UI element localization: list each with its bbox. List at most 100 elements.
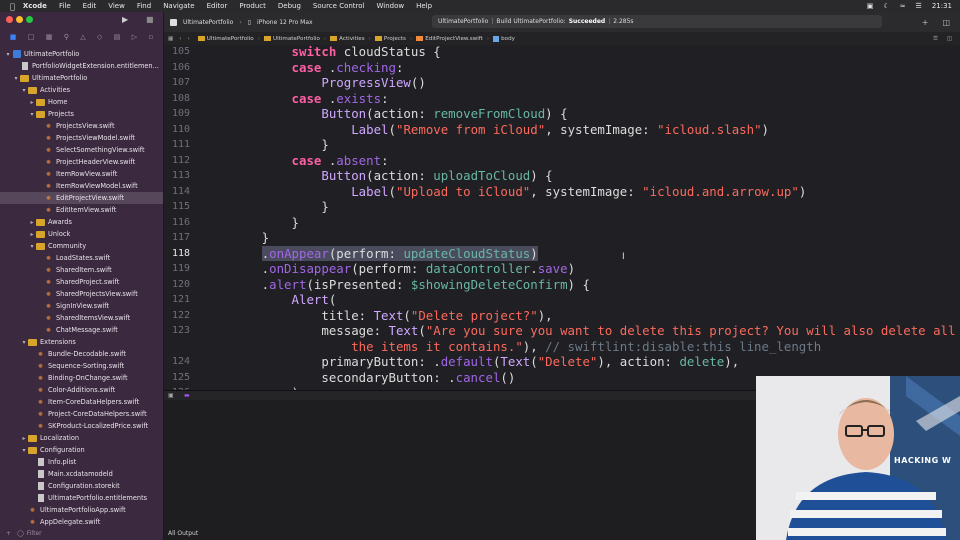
menu-item-navigate[interactable]: Navigate xyxy=(163,2,194,10)
breadcrumb-item[interactable]: Projects xyxy=(374,36,406,42)
code-line[interactable]: switch cloudStatus { xyxy=(202,45,441,60)
disclosure-icon[interactable]: ▾ xyxy=(28,243,36,250)
disclosure-icon[interactable]: ▸ xyxy=(28,99,36,106)
navigator-row[interactable]: ❅ Item-CoreDataHelpers.swift xyxy=(0,396,163,408)
folder-icon[interactable]: ■ xyxy=(10,33,17,41)
disclosure-icon[interactable]: ▾ xyxy=(4,51,12,58)
find-icon[interactable]: ⚲ xyxy=(64,33,69,41)
report-icon[interactable]: ▫ xyxy=(149,33,154,41)
breadcrumb-item[interactable]: EditProjectView.swift xyxy=(416,36,483,42)
navigator-row[interactable]: ❅ SharedItemsView.swift xyxy=(0,312,163,324)
screen-icon[interactable]: ▣ xyxy=(867,2,874,10)
navigator-row[interactable]: PortfolioWidgetExtension.entitlemen... xyxy=(0,60,163,72)
code-line[interactable]: } xyxy=(202,199,328,215)
navigator-row[interactable]: ▸ Awards xyxy=(0,216,163,228)
code-line[interactable]: title: Text("Delete project?"), xyxy=(202,308,552,324)
menu-item-product[interactable]: Product xyxy=(239,2,266,10)
navigator-row[interactable]: ▾ Extensions xyxy=(0,336,163,348)
scheme-device[interactable]: iPhone 12 Pro Max xyxy=(257,19,313,26)
navigator-row[interactable]: Info.plist xyxy=(0,456,163,468)
breakpoints-icon[interactable]: ▬ xyxy=(184,392,190,399)
scheme-selector[interactable]: UltimatePortfolio › ▯ iPhone 12 Pro Max xyxy=(170,12,313,32)
filter-input[interactable]: Filter xyxy=(27,530,42,537)
code-line[interactable]: secondaryButton: .cancel() xyxy=(202,370,515,386)
disclosure-icon[interactable]: ▾ xyxy=(28,111,36,118)
code-line[interactable]: case .checking: xyxy=(202,60,404,76)
breadcrumb-item[interactable]: Activities xyxy=(330,36,365,42)
menu-item-find[interactable]: Find xyxy=(137,2,151,10)
code-line[interactable]: Alert( xyxy=(202,292,337,308)
filter-icon[interactable]: ◯ xyxy=(17,530,24,537)
menu-item-view[interactable]: View xyxy=(108,2,125,10)
navigator-row[interactable]: ▾ UltimatePortfolio xyxy=(0,48,163,60)
navigator-row[interactable]: ❅ Sequence-Sorting.swift xyxy=(0,360,163,372)
code-line[interactable]: Button(action: uploadToCloud) { xyxy=(202,168,552,184)
navigator-row[interactable]: ❅ Project-CoreDataHelpers.swift xyxy=(0,408,163,420)
disclosure-icon[interactable]: ▾ xyxy=(20,447,28,454)
stop-icon[interactable]: ■ xyxy=(146,15,154,24)
navigator-row[interactable]: ❅ ProjectsViewModel.swift xyxy=(0,132,163,144)
menu-item-window[interactable]: Window xyxy=(377,2,405,10)
navigator-row[interactable]: UltimatePortfolio.entitlements xyxy=(0,492,163,504)
run-icon[interactable]: ▶ xyxy=(122,15,128,24)
navigator-row[interactable]: ❅ Color-Additions.swift xyxy=(0,384,163,396)
scheme-project[interactable]: UltimatePortfolio xyxy=(183,19,233,26)
navigator-row[interactable]: ❅ ItemRowViewModel.swift xyxy=(0,180,163,192)
control-center-icon[interactable]: ☰ xyxy=(916,2,922,10)
breakpoint-icon[interactable]: ▷ xyxy=(132,33,137,41)
editor-options-icon[interactable]: ☰ xyxy=(933,36,938,42)
navigator-row[interactable]: Main.xcdatamodeld xyxy=(0,468,163,480)
navigator-row[interactable]: ❅ Bundle-Decodable.swift xyxy=(0,348,163,360)
menu-item-debug[interactable]: Debug xyxy=(278,2,301,10)
navigator-row[interactable]: ▾ UltimatePortfolio xyxy=(0,72,163,84)
navigator-row[interactable]: ▾ Community xyxy=(0,240,163,252)
navigator-row[interactable]: ❅ EditProjectView.swift xyxy=(0,192,163,204)
issue-icon[interactable]: △ xyxy=(80,33,85,41)
code-line[interactable]: Button(action: removeFromCloud) { xyxy=(202,106,567,122)
navigator-row[interactable]: ▸ Home xyxy=(0,96,163,108)
clock[interactable]: 21:31 xyxy=(932,2,952,10)
disclosure-icon[interactable]: ▾ xyxy=(12,75,20,82)
navigator-row[interactable]: ❅ ItemRowView.swift xyxy=(0,168,163,180)
code-line[interactable]: case .exists: xyxy=(202,91,389,107)
code-line[interactable]: } xyxy=(202,230,269,246)
breadcrumb-item[interactable]: UltimatePortfolio xyxy=(263,36,320,42)
symbol-icon[interactable]: ▦ xyxy=(46,33,53,41)
debug-icon[interactable]: ▤ xyxy=(114,33,121,41)
code-line[interactable]: Label("Upload to iCloud", systemImage: "… xyxy=(202,184,806,200)
zoom-button[interactable] xyxy=(26,15,33,23)
wifi-icon[interactable]: ≈ xyxy=(900,2,906,10)
disclosure-icon[interactable]: ▾ xyxy=(20,87,28,94)
navigator-row[interactable]: ❅ ChatMessage.swift xyxy=(0,324,163,336)
menu-item-xcode[interactable]: Xcode xyxy=(23,2,47,10)
breadcrumb-item[interactable]: UltimatePortfolio xyxy=(197,36,254,42)
code-line[interactable]: .onAppear(perform: updateCloudStatus) xyxy=(202,245,538,262)
menu-item-source-control[interactable]: Source Control xyxy=(313,2,365,10)
navigator-row[interactable]: ❅ LoadStates.swift xyxy=(0,252,163,264)
code-line[interactable]: Label("Remove from iCloud", systemImage:… xyxy=(202,122,769,138)
code-line[interactable]: message: Text("Are you sure you want to … xyxy=(202,323,955,339)
navigator-row[interactable]: ❅ AppDelegate.swift xyxy=(0,516,163,526)
menu-item-editor[interactable]: Editor xyxy=(207,2,228,10)
disclosure-icon[interactable]: ▸ xyxy=(20,435,28,442)
minimize-button[interactable] xyxy=(16,15,23,23)
forward-icon[interactable]: › xyxy=(188,36,190,42)
menu-item-file[interactable]: File xyxy=(59,2,71,10)
grid-icon[interactable]: ▦ xyxy=(168,36,173,42)
code-line[interactable]: } xyxy=(202,137,328,153)
navigator-row[interactable]: ❅ SharedProjectsView.swift xyxy=(0,288,163,300)
navigator-row[interactable]: ▸ Unlock xyxy=(0,228,163,240)
inspector-toggle-icon[interactable]: ◫ xyxy=(942,18,950,27)
output-filter[interactable]: All Output xyxy=(168,530,198,537)
disclosure-icon[interactable]: ▾ xyxy=(20,339,28,346)
navigator-row[interactable]: ❅ ProjectsView.swift xyxy=(0,120,163,132)
menu-item-help[interactable]: Help xyxy=(416,2,432,10)
back-icon[interactable]: ‹ xyxy=(179,36,181,42)
close-button[interactable] xyxy=(6,15,13,23)
code-line[interactable]: ProgressView() xyxy=(202,75,425,91)
apple-icon[interactable]:  xyxy=(10,2,15,11)
navigator-row[interactable]: ▾ Projects xyxy=(0,108,163,120)
navigator-row[interactable]: ❅ SharedProject.swift xyxy=(0,276,163,288)
code-line[interactable]: .alert(isPresented: $showingDeleteConfir… xyxy=(202,277,590,293)
breadcrumb-item[interactable]: body xyxy=(493,35,515,42)
